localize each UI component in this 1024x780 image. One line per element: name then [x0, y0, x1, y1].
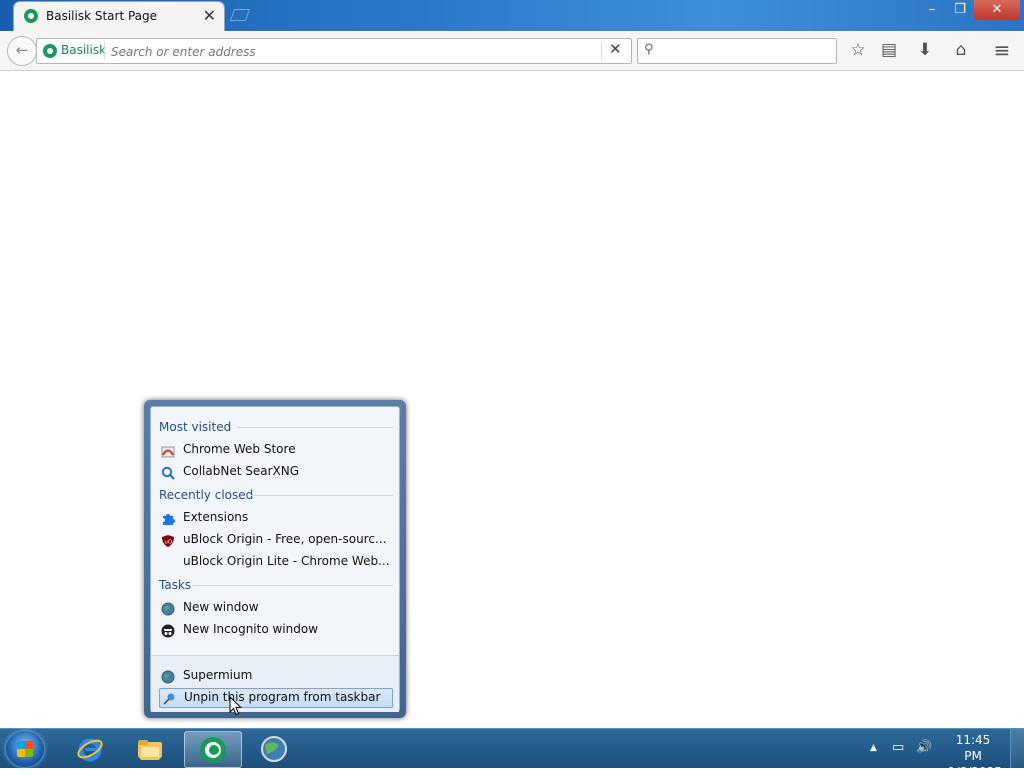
jump-item-new-window[interactable]: New window [159, 598, 393, 618]
minimize-button[interactable]: – [918, 0, 946, 20]
library-icon[interactable]: ▤ [878, 39, 900, 61]
navigation-toolbar: ← Basilisk ✕ ⚲ ☆ ▤ ⬇ ⌂ ≡ [0, 31, 1024, 71]
taskbar-jump-list: Most visited Chrome Web Store CollabNet … [144, 400, 406, 718]
jump-item-label: New Incognito window [183, 622, 319, 636]
section-divider [237, 427, 393, 428]
site-identity-label[interactable]: Basilisk [61, 43, 106, 57]
section-divider [193, 585, 393, 586]
jump-item-new-incognito-window[interactable]: New Incognito window [159, 620, 393, 640]
taskbar-supermium[interactable] [246, 731, 302, 766]
url-bar[interactable]: Basilisk ✕ [36, 38, 632, 64]
folder-icon [138, 740, 162, 760]
jump-item-supermium[interactable]: Supermium [159, 666, 393, 686]
jump-item-extensions[interactable]: Extensions [159, 508, 393, 528]
taskbar-internet-explorer[interactable] [62, 731, 118, 766]
jump-item-label: Supermium [183, 668, 253, 682]
close-window-button[interactable]: ✕ [974, 0, 1020, 20]
url-divider [601, 42, 602, 60]
jump-item-label: CollabNet SearXNG [183, 464, 300, 478]
internet-explorer-icon [77, 738, 103, 762]
supermium-globe-icon [161, 601, 175, 616]
chrome-web-store-icon [161, 443, 175, 458]
basilisk-icon [200, 737, 226, 763]
recently-closed-header: Recently closed [159, 488, 254, 502]
jump-list-panel: Most visited Chrome Web Store CollabNet … [150, 406, 400, 712]
ublock-shield-icon: uO [161, 533, 175, 547]
supermium-globe-icon [161, 669, 175, 684]
jump-item-label: Extensions [183, 510, 249, 524]
site-identity-icon[interactable] [43, 44, 57, 58]
address-input[interactable] [109, 41, 593, 62]
taskbar-file-explorer[interactable] [122, 731, 178, 766]
taskbar-basilisk[interactable] [184, 731, 242, 768]
title-bar: Basilisk Start Page ✕ – ❐ ✕ [0, 0, 1024, 31]
clock-date: 1/8/2025 [948, 765, 1002, 779]
start-button[interactable] [6, 731, 44, 767]
show-desktop-button[interactable] [1010, 729, 1024, 768]
restore-button[interactable]: ❐ [946, 0, 974, 20]
tab-close-icon[interactable]: ✕ [203, 6, 216, 25]
searxng-magnifier-icon [161, 465, 175, 480]
supermium-icon [261, 736, 287, 762]
taskbar-clock[interactable]: 11:45 PM 1/8/2025 [948, 732, 1002, 780]
tab-basilisk-start-page[interactable]: Basilisk Start Page ✕ [14, 2, 224, 31]
show-hidden-icons-chevron-icon[interactable]: ▲ [870, 743, 877, 753]
jump-item-ublock-origin[interactable]: uO uBlock Origin - Free, open-sourc... [159, 530, 393, 550]
tab-title: Basilisk Start Page [46, 9, 158, 23]
jump-item-label: uBlock Origin - Free, open-sourc... [183, 532, 387, 546]
identity-divider [104, 42, 105, 60]
back-button[interactable]: ← [7, 36, 37, 66]
jump-item-label: uBlock Origin Lite - Chrome Web... [183, 554, 390, 568]
jump-item-label: New window [183, 600, 259, 614]
home-icon[interactable]: ⌂ [950, 39, 972, 61]
blank-page-icon [161, 555, 175, 569]
section-divider [251, 495, 393, 496]
network-icon[interactable]: ▭ [892, 740, 904, 755]
menu-icon[interactable]: ≡ [991, 39, 1013, 61]
clock-time: 11:45 PM [955, 733, 991, 763]
jump-list-footer: Supermium Unpin this program from taskba… [151, 655, 399, 712]
jump-item-unpin-from-taskbar[interactable]: Unpin this program from taskbar [159, 688, 393, 708]
jump-item-chrome-web-store[interactable]: Chrome Web Store [159, 440, 393, 460]
pin-icon [162, 691, 176, 705]
volume-icon[interactable]: 🔊 [916, 740, 932, 755]
bookmark-star-icon[interactable]: ☆ [847, 39, 869, 61]
jump-item-label: Chrome Web Store [183, 442, 296, 456]
system-tray: ▲ ▭ 🔊 [868, 729, 948, 768]
search-bar[interactable]: ⚲ [637, 38, 837, 64]
tasks-header: Tasks [159, 578, 192, 592]
jump-item-label: Unpin this program from taskbar [184, 690, 381, 704]
search-icon: ⚲ [644, 42, 654, 57]
basilisk-favicon-icon [24, 9, 38, 23]
most-visited-header: Most visited [159, 420, 232, 434]
windows-logo-icon [17, 741, 33, 757]
jump-item-collabnet-searxng[interactable]: CollabNet SearXNG [159, 462, 393, 482]
svg-text:uO: uO [164, 540, 172, 546]
taskbar: ▲ ▭ 🔊 11:45 PM 1/8/2025 [0, 728, 1024, 779]
puzzle-piece-icon [161, 511, 175, 525]
incognito-icon [161, 623, 175, 638]
new-tab-button[interactable] [229, 9, 251, 21]
jump-item-ublock-origin-lite[interactable]: uBlock Origin Lite - Chrome Web... [159, 552, 393, 572]
download-icon[interactable]: ⬇ [914, 39, 936, 61]
clear-address-icon[interactable]: ✕ [609, 40, 622, 58]
